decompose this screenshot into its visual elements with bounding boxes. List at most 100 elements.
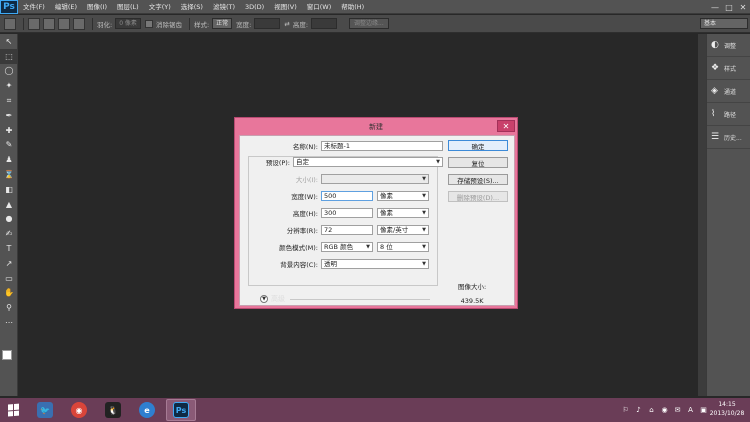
dodge-tool-icon[interactable]: ● xyxy=(0,212,18,227)
background-select[interactable]: 透明 ▼ xyxy=(321,258,429,269)
color-mode-select[interactable]: RGB 颜色 ▼ xyxy=(321,241,373,252)
panel-styles[interactable]: ❖ 样式 xyxy=(707,57,750,80)
menu-type[interactable]: 文字(Y) xyxy=(144,0,176,14)
quick-select-tool-icon[interactable]: ✦ xyxy=(0,78,18,93)
menu-edit[interactable]: 编辑(E) xyxy=(50,0,82,14)
resolution-unit-select[interactable]: 像素/英寸 ▼ xyxy=(377,224,429,235)
history-brush-tool-icon[interactable]: ⌛ xyxy=(0,167,18,182)
foreground-color-swatch[interactable] xyxy=(2,350,12,360)
refine-edge-button[interactable]: 调整边缘... xyxy=(349,18,389,29)
taskbar-app-qq[interactable]: 🐧 xyxy=(98,399,128,421)
lasso-tool-icon[interactable]: ◯ xyxy=(0,64,18,79)
qq-penguin-icon: 🐧 xyxy=(105,402,121,418)
path-select-tool-icon[interactable]: ↗ xyxy=(0,256,18,271)
color-swatches[interactable] xyxy=(2,350,18,366)
minimize-button[interactable]: — xyxy=(708,0,722,14)
width-input[interactable] xyxy=(254,18,281,29)
antialias-checkbox[interactable] xyxy=(144,19,153,28)
chevron-down-icon: ▼ xyxy=(422,226,426,233)
menu-filter[interactable]: 滤镜(T) xyxy=(208,0,240,14)
eyedropper-tool-icon[interactable]: ✒ xyxy=(0,108,18,123)
swap-icon[interactable]: ⇄ xyxy=(284,20,289,28)
clone-stamp-tool-icon[interactable]: ♟ xyxy=(0,152,18,167)
taskbar-app-ie[interactable]: e xyxy=(132,399,162,421)
menu-view[interactable]: 视图(V) xyxy=(269,0,302,14)
shape-tool-icon[interactable]: ▭ xyxy=(0,271,18,286)
network-icon[interactable]: ⌂ xyxy=(647,406,656,415)
start-button[interactable] xyxy=(0,398,28,422)
zoom-tool-icon[interactable]: ⚲ xyxy=(0,300,18,315)
mail-icon[interactable]: ✉ xyxy=(673,406,682,415)
menu-image[interactable]: 图像(I) xyxy=(82,0,112,14)
input-method-icon[interactable]: A xyxy=(686,406,695,415)
delete-preset-button[interactable]: 删除预设(D)... xyxy=(448,191,508,202)
menu-file[interactable]: 文件(F) xyxy=(18,0,50,14)
panel-paths[interactable]: ⌇ 路径 xyxy=(707,103,750,126)
chevron-down-icon: ▼ xyxy=(422,243,426,250)
dialog-title-bar[interactable]: 新建 ✕ xyxy=(235,118,517,135)
more-tools-icon[interactable]: ⋯ xyxy=(0,315,18,330)
taskbar-app-bird[interactable]: 🐦 xyxy=(30,399,60,421)
hand-tool-icon[interactable]: ✋ xyxy=(0,286,18,301)
panel-adjustments[interactable]: ◐ 调整 xyxy=(707,34,750,57)
resolution-input[interactable]: 72 xyxy=(321,224,373,235)
intersect-selection-icon[interactable] xyxy=(73,17,85,30)
menu-3d[interactable]: 3D(D) xyxy=(240,0,269,14)
width-row: 宽度(W): 500 像素 ▼ xyxy=(250,190,429,201)
subtract-selection-icon[interactable] xyxy=(58,17,70,30)
dock-collapse-strip[interactable] xyxy=(698,34,706,396)
taskbar-app-photoshop[interactable]: Ps xyxy=(166,399,196,421)
menu-help[interactable]: 帮助(H) xyxy=(336,0,369,14)
width-unit-select[interactable]: 像素 ▼ xyxy=(377,190,429,201)
healing-tool-icon[interactable]: ✚ xyxy=(0,123,18,138)
taskbar-app-chrome[interactable]: ◉ xyxy=(64,399,94,421)
marquee-tool-preset-icon[interactable] xyxy=(4,17,16,30)
divider xyxy=(23,17,24,30)
maximize-button[interactable]: □ xyxy=(722,0,736,14)
advanced-toggle[interactable]: ▼ 高级 xyxy=(260,294,285,304)
workspace-select[interactable]: 基本 xyxy=(700,18,748,29)
reset-button[interactable]: 复位 xyxy=(448,157,508,168)
crop-tool-icon[interactable]: ⌗ xyxy=(0,93,18,108)
name-input[interactable]: 未标题-1 xyxy=(321,140,443,151)
preset-select[interactable]: 自定 ▼ xyxy=(293,156,443,167)
width-input[interactable]: 500 xyxy=(321,190,373,201)
close-button[interactable]: ✕ xyxy=(736,0,750,14)
new-selection-icon[interactable] xyxy=(28,17,40,30)
menu-select[interactable]: 选择(S) xyxy=(176,0,208,14)
feather-input[interactable]: 0 像素 xyxy=(115,18,141,29)
size-select[interactable]: ▼ xyxy=(321,173,429,184)
height-unit-select[interactable]: 像素 ▼ xyxy=(377,207,429,218)
chevron-down-icon: ▼ xyxy=(436,158,440,165)
marquee-tool-icon[interactable]: ⬚ xyxy=(0,48,18,64)
color-mode-label: 颜色模式(M): xyxy=(279,243,318,252)
qq-tray-icon[interactable]: ◉ xyxy=(660,406,669,415)
style-select[interactable]: 正常 xyxy=(212,18,233,29)
panel-history[interactable]: ☰ 历史... xyxy=(707,126,750,149)
menu-window[interactable]: 窗口(W) xyxy=(302,0,337,14)
new-document-dialog: 新建 ✕ 名称(N): 未标题-1 预设(P): 自定 ▼ 大小(I): ▼ 宽… xyxy=(234,117,518,309)
taskbar-clock[interactable]: 14:15 2013/10/28 xyxy=(706,400,748,418)
type-tool-icon[interactable]: T xyxy=(0,241,18,256)
chevron-down-icon: ▼ xyxy=(366,243,370,250)
dialog-close-button[interactable]: ✕ xyxy=(497,120,515,132)
height-input[interactable] xyxy=(311,18,338,29)
move-tool-icon[interactable]: ↖ xyxy=(0,34,18,49)
brush-tool-icon[interactable]: ✎ xyxy=(0,138,18,153)
height-input[interactable]: 300 xyxy=(321,207,373,218)
flag-icon[interactable]: ⚐ xyxy=(621,406,630,415)
ok-button[interactable]: 确定 xyxy=(448,140,508,151)
menu-layer[interactable]: 图层(L) xyxy=(112,0,144,14)
eraser-tool-icon[interactable]: ◧ xyxy=(0,182,18,197)
color-mode-row: 颜色模式(M): RGB 颜色 ▼ 8 位 ▼ xyxy=(250,241,429,252)
gradient-tool-icon[interactable]: ▲ xyxy=(0,197,18,212)
volume-icon[interactable]: ♪ xyxy=(634,406,643,415)
history-icon: ☰ xyxy=(711,132,720,142)
image-size-value: 439.5K xyxy=(460,297,484,305)
bit-depth-select[interactable]: 8 位 ▼ xyxy=(377,241,429,252)
panel-channels[interactable]: ◈ 通道 xyxy=(707,80,750,103)
save-preset-button[interactable]: 存储预设(S)... xyxy=(448,174,508,185)
background-value: 透明 xyxy=(324,259,337,268)
add-selection-icon[interactable] xyxy=(43,17,55,30)
pen-tool-icon[interactable]: ✍ xyxy=(0,226,18,241)
